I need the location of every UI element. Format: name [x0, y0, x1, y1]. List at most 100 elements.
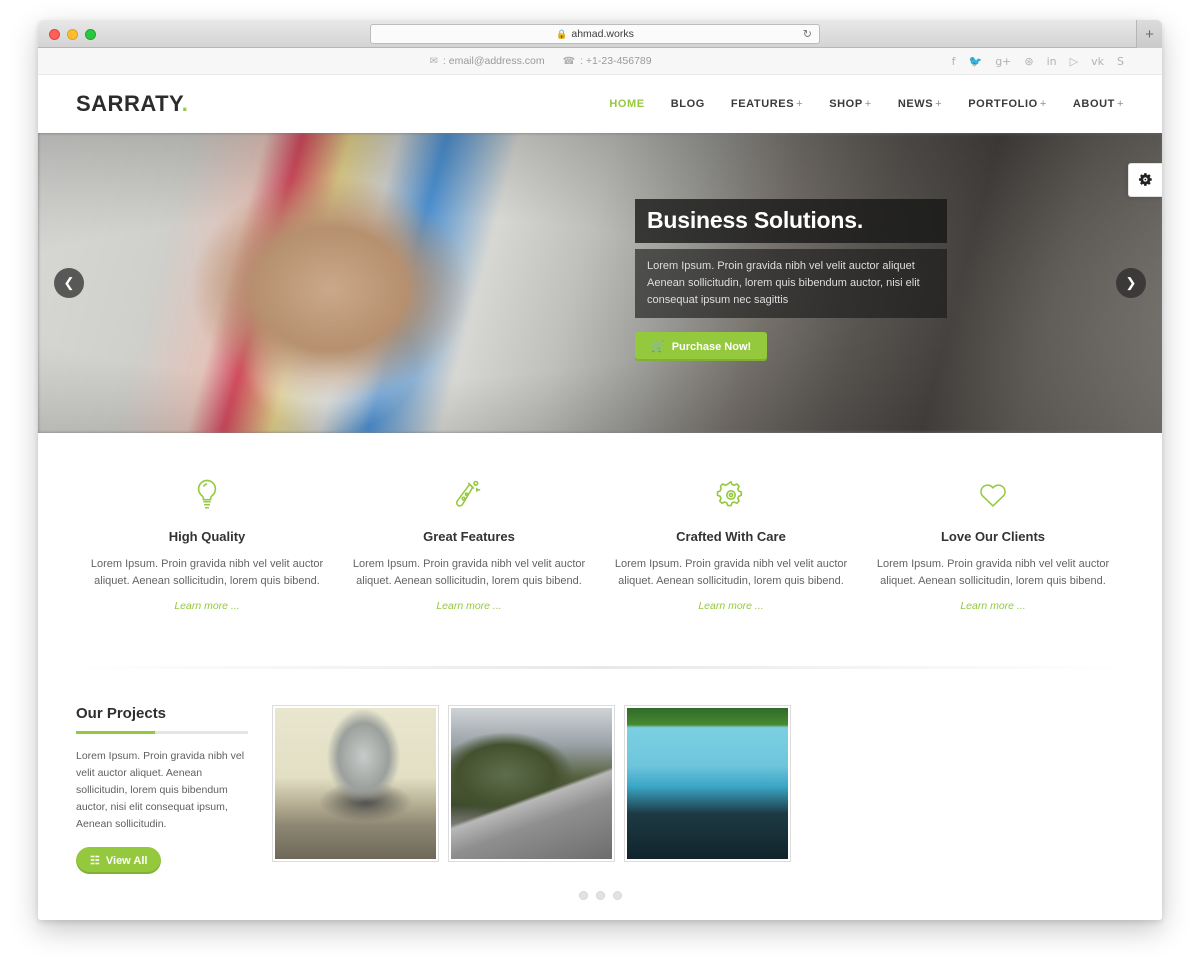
window-controls — [49, 29, 96, 40]
chevron-right-icon: ❯ — [1125, 275, 1137, 290]
nav-item-blog[interactable]: BLOG — [671, 98, 705, 110]
projects-text: Lorem Ipsum. Proin gravida nibh vel veli… — [76, 750, 245, 830]
thumbnail-image — [627, 708, 788, 859]
phone-icon: ☎ — [562, 55, 576, 67]
purchase-now-label: Purchase Now! — [671, 340, 752, 353]
nav-item-home[interactable]: HOME — [609, 98, 644, 110]
browser-titlebar: 🔒 ahmad.works ↻ + — [38, 20, 1162, 48]
envelope-icon: ✉ — [429, 55, 438, 67]
twitter-icon[interactable]: 🐦 — [969, 56, 983, 67]
main-navigation: HOME BLOG FEATURES + SHOP + NEWS + PORTFOLI… — [609, 98, 1124, 110]
website-viewport: ✉ : email@address.com ☎ : +1-23-456789 f… — [38, 48, 1162, 920]
contact-info: ✉ : email@address.com ☎ : +1-23-456789 — [430, 55, 652, 67]
dropdown-marker: + — [1116, 98, 1124, 110]
hero-title: Business Solutions. — [635, 199, 947, 243]
theme-settings-button[interactable] — [1128, 163, 1162, 197]
feature-love-our-clients: Love Our Clients Lorem Ipsum. Proin grav… — [862, 475, 1124, 614]
nav-item-news[interactable]: NEWS + — [898, 98, 942, 110]
email-contact[interactable]: ✉ : email@address.com — [430, 55, 545, 67]
reload-icon[interactable]: ↻ — [803, 28, 812, 41]
project-thumb-underwater-car[interactable] — [624, 705, 791, 862]
browser-window: 🔒 ahmad.works ↻ + ✉ : email@address.com … — [38, 20, 1162, 920]
dropdown-marker: + — [935, 98, 943, 110]
phone-contact[interactable]: ☎ : +1-23-456789 — [563, 55, 652, 67]
site-header: SARRATY. HOME BLOG FEATURES + SHOP + NEWS +… — [38, 75, 1162, 133]
thumbnail-image — [451, 708, 612, 859]
heart-icon — [876, 475, 1110, 515]
close-window-button[interactable] — [49, 29, 60, 40]
thumbnail-image — [275, 708, 436, 859]
projects-pagination — [38, 891, 1162, 900]
feature-text: Lorem Ipsum. Proin gravida nibh vel veli… — [90, 558, 324, 587]
features-section: High Quality Lorem Ipsum. Proin gravida … — [38, 433, 1162, 614]
linkedin-icon[interactable]: in — [1047, 56, 1057, 67]
lock-icon: 🔒 — [556, 28, 568, 39]
nav-item-about[interactable]: ABOUT + — [1073, 98, 1124, 110]
hero-content: Business Solutions. Lorem Ipsum. Proin g… — [635, 199, 947, 362]
vk-icon[interactable]: vk — [1091, 56, 1104, 67]
hero-description: Lorem Ipsum. Proin gravida nibh vel veli… — [635, 249, 947, 319]
address-bar[interactable]: 🔒 ahmad.works ↻ — [370, 24, 820, 44]
dribbble-icon[interactable]: ⊛ — [1024, 56, 1033, 67]
skype-icon[interactable]: S — [1117, 56, 1124, 67]
nav-item-portfolio[interactable]: PORTFOLIO + — [968, 98, 1047, 110]
dropdown-marker: + — [864, 98, 872, 110]
gear-icon — [614, 475, 848, 515]
address-bar-url: ahmad.works — [571, 28, 634, 40]
feature-title: High Quality — [168, 529, 246, 544]
feature-great-features: Great Features Lorem Ipsum. Proin gravid… — [338, 475, 600, 614]
feature-text: Lorem Ipsum. Proin gravida nibh vel veli… — [352, 558, 586, 587]
feature-crafted-with-care: Crafted With Care Lorem Ipsum. Proin gra… — [600, 475, 862, 614]
flask-icon — [352, 475, 586, 515]
dropdown-marker: + — [1039, 98, 1047, 110]
project-thumb-kitchenware[interactable] — [272, 705, 439, 862]
slider-next-button[interactable]: ❯ — [1116, 268, 1146, 298]
email-text: : email@address.com — [442, 55, 545, 67]
feature-title: Great Features — [423, 529, 515, 544]
learn-more-link[interactable]: Learn more ... — [436, 600, 501, 612]
learn-more-link[interactable]: Learn more ... — [960, 600, 1025, 612]
google-plus-icon[interactable]: g+ — [995, 56, 1011, 67]
hero-slider: Business Solutions. Lorem Ipsum. Proin g… — [38, 133, 1162, 433]
pagination-dot[interactable] — [612, 891, 622, 900]
dropdown-marker: + — [796, 98, 804, 110]
pagination-dot[interactable] — [578, 891, 588, 900]
logo-text: SARRATY — [76, 91, 182, 116]
new-tab-button[interactable]: + — [1136, 20, 1162, 48]
gears-icon — [1138, 172, 1152, 186]
grid-list-icon: ☷ — [90, 855, 100, 867]
facebook-icon[interactable]: f — [952, 56, 956, 67]
project-thumb-mountain-road[interactable] — [448, 705, 615, 862]
projects-intro: Our Projects Lorem Ipsum. Proin gravida … — [76, 705, 248, 874]
phone-text: : +1-23-456789 — [580, 55, 652, 67]
pagination-dot[interactable] — [595, 891, 605, 900]
feature-title: Love Our Clients — [940, 529, 1046, 544]
purchase-now-button[interactable]: 🛒 Purchase Now! — [635, 332, 768, 362]
feature-text: Lorem Ipsum. Proin gravida nibh vel veli… — [614, 558, 848, 587]
project-thumbnails — [272, 705, 1124, 874]
view-all-button[interactable]: ☷ View All — [76, 847, 162, 874]
hero-vignette — [38, 133, 1162, 433]
learn-more-link[interactable]: Learn more ... — [698, 600, 763, 612]
minimize-window-button[interactable] — [67, 29, 78, 40]
youtube-icon[interactable]: ▷ — [1070, 56, 1078, 67]
site-topbar: ✉ : email@address.com ☎ : +1-23-456789 f… — [38, 48, 1162, 75]
lightbulb-icon — [90, 475, 324, 515]
feature-text: Lorem Ipsum. Proin gravida nibh vel veli… — [876, 558, 1110, 587]
title-underline — [76, 731, 248, 734]
slider-prev-button[interactable]: ❮ — [54, 268, 84, 298]
view-all-label: View All — [105, 854, 148, 867]
nav-item-features[interactable]: FEATURES + — [731, 98, 803, 110]
shopping-cart-icon: 🛒 — [651, 341, 665, 354]
chevron-left-icon: ❮ — [63, 275, 75, 290]
learn-more-link[interactable]: Learn more ... — [174, 600, 239, 612]
social-links: f 🐦 g+ ⊛ in ▷ vk S — [952, 56, 1124, 67]
projects-section: Our Projects Lorem Ipsum. Proin gravida … — [38, 669, 1162, 874]
nav-item-shop[interactable]: SHOP + — [829, 98, 872, 110]
site-logo[interactable]: SARRATY. — [76, 91, 188, 117]
projects-title: Our Projects — [76, 705, 167, 722]
feature-title: Crafted With Care — [676, 529, 786, 544]
feature-high-quality: High Quality Lorem Ipsum. Proin gravida … — [76, 475, 338, 614]
logo-dot: . — [181, 91, 189, 116]
maximize-window-button[interactable] — [85, 29, 96, 40]
